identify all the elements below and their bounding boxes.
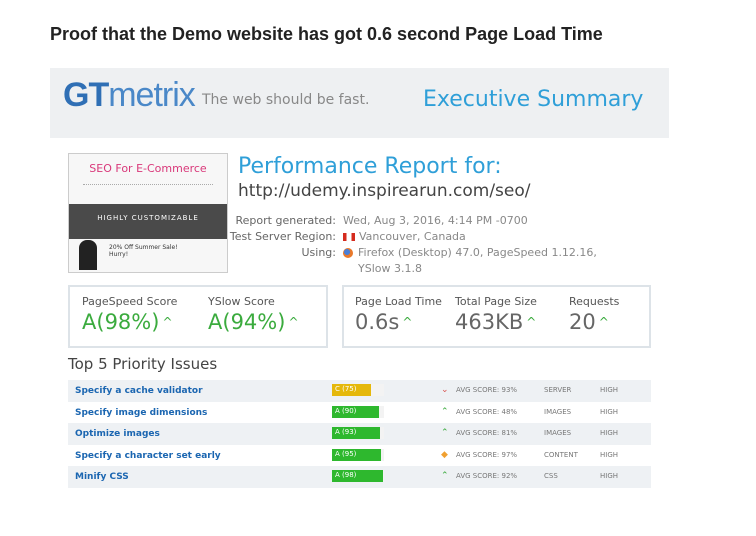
issue-avg-score: AVG SCORE: 92%: [456, 472, 518, 480]
timings-panel: Page Load Time 0.6s ^ Total Page Size 463…: [342, 285, 651, 348]
grades-panel: PageSpeed Score A(98%) ^ YSlow Score A(94…: [68, 285, 328, 348]
issue-priority: HIGH: [600, 429, 619, 437]
issue-score-fill: A (98): [332, 470, 383, 482]
executive-summary-title: Executive Summary: [423, 87, 644, 112]
tagline: The web should be fast.: [202, 92, 370, 108]
up-caret-icon: ^: [162, 315, 173, 329]
meta-row-generated: Report generated: Wed, Aug 3, 2016, 4:14…: [235, 214, 528, 227]
priority-issues-title: Top 5 Priority Issues: [68, 355, 218, 373]
issue-row[interactable]: Specify a cache validator C (75) ⌄ AVG SCOR…: [68, 380, 651, 402]
issue-avg-score: AVG SCORE: 97%: [456, 450, 518, 459]
issue-score-fill: A (95): [332, 448, 382, 461]
up-arrow-icon: ⌃: [441, 428, 449, 438]
issue-score-fill: C (75): [332, 384, 371, 396]
issue-name[interactable]: Optimize images: [75, 429, 160, 439]
issue-score-bar: C (75): [332, 384, 384, 396]
meta-row-using: Using: Firefox (Desktop) 47.0, PageSpeed…: [301, 246, 597, 259]
issue-name[interactable]: Minify CSS: [75, 472, 129, 482]
issue-row[interactable]: Optimize images A (93) ⌃ AVG SCORE: 81% IMAG…: [68, 423, 651, 445]
issue-name[interactable]: Specify image dimensions: [75, 408, 207, 418]
issue-grade: C (75): [335, 385, 357, 393]
issue-avg-score: AVG SCORE: 81%: [456, 429, 518, 437]
diamond-icon: ◆: [441, 449, 448, 460]
total-page-size: Total Page Size 463KB ^: [455, 295, 537, 334]
issue-type: CSS: [544, 472, 558, 480]
priority-issues-list: Specify a cache validator C (75) ⌄ AVG SCOR…: [68, 380, 651, 488]
yslow-score: YSlow Score A(94%) ^: [208, 295, 299, 334]
issue-name[interactable]: Specify a character set early: [75, 451, 221, 461]
page-load-time: Page Load Time 0.6s ^: [355, 295, 442, 334]
issue-grade: A (90): [335, 406, 357, 415]
pagespeed-score: PageSpeed Score A(98%) ^: [82, 295, 178, 334]
issue-score-bar: A (93): [332, 427, 384, 439]
issue-row[interactable]: Specify a character set early A (95) ◆ AVG …: [68, 444, 651, 466]
issue-priority: HIGH: [600, 386, 619, 394]
issue-score-bar: A (90): [332, 405, 384, 418]
issue-type: IMAGES: [544, 407, 572, 416]
report-url[interactable]: http://udemy.inspirearun.com/seo/: [238, 181, 531, 201]
firefox-icon: [343, 248, 353, 258]
up-caret-icon: ^: [598, 315, 609, 329]
report-header: GTmetrix The web should be fast. Executi…: [50, 68, 669, 138]
issue-priority: HIGH: [600, 407, 619, 416]
issue-score-fill: A (93): [332, 427, 381, 439]
thumbnail-hero: HIGHLY CUSTOMIZABLE: [69, 204, 227, 239]
meta-row-region: Test Server Region: Vancouver, Canada: [229, 230, 466, 243]
issue-avg-score: AVG SCORE: 93%: [456, 386, 518, 394]
up-caret-icon: ^: [402, 315, 413, 329]
performance-report-title: Performance Report for:: [238, 154, 502, 179]
issue-priority: HIGH: [600, 450, 619, 459]
issue-score-bar: A (95): [332, 448, 384, 461]
issue-score-bar: A (98): [332, 470, 384, 482]
issue-type: IMAGES: [544, 429, 572, 437]
up-arrow-icon: ⌃: [441, 471, 449, 481]
issue-grade: A (95): [335, 449, 357, 458]
canada-flag-icon: [343, 233, 355, 241]
issue-row[interactable]: Minify CSS A (98) ⌃ AVG SCORE: 92% CSS HIGH: [68, 466, 651, 488]
issue-name[interactable]: Specify a cache validator: [75, 386, 203, 396]
issue-avg-score: AVG SCORE: 48%: [456, 407, 518, 416]
requests-count: Requests 20 ^: [569, 295, 620, 334]
site-screenshot: SEO For E-Commerce HIGHLY CUSTOMIZABLE 2…: [68, 153, 228, 273]
gtmetrix-report: GTmetrix The web should be fast. Executi…: [50, 68, 669, 493]
issue-row[interactable]: Specify image dimensions A (90) ⌃ AVG SCORE…: [68, 401, 651, 423]
issue-score-fill: A (90): [332, 405, 379, 418]
down-arrow-icon: ⌄: [441, 385, 449, 395]
issue-type: SERVER: [544, 386, 572, 394]
up-caret-icon: ^: [288, 315, 299, 329]
issue-priority: HIGH: [600, 472, 619, 480]
thumbnail-nav: [83, 184, 213, 188]
up-arrow-icon: ⌃: [441, 406, 449, 417]
gtmetrix-logo[interactable]: GTmetrix: [63, 76, 196, 115]
thumbnail-promo: 20% Off Summer Sale! Hurry!: [109, 244, 178, 258]
article-heading: Proof that the Demo website has got 0.6 …: [50, 24, 603, 44]
issue-type: CONTENT: [544, 450, 578, 459]
issue-grade: A (98): [335, 471, 357, 479]
up-caret-icon: ^: [526, 315, 537, 329]
thumbnail-title: SEO For E-Commerce: [89, 162, 207, 175]
issue-grade: A (93): [335, 428, 357, 436]
thumbnail-person-image: [79, 240, 97, 270]
meta-row-using-cont: YSlow 3.1.8: [358, 262, 422, 275]
